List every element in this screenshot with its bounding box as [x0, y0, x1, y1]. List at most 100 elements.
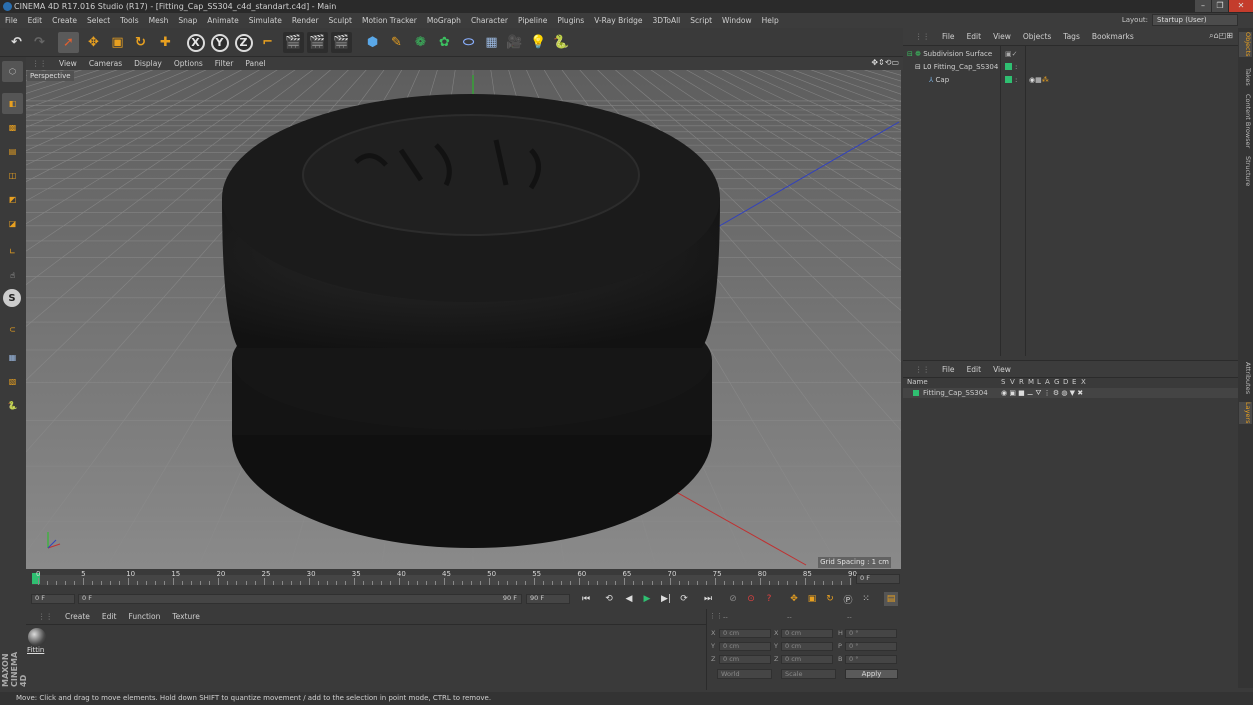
array-icon[interactable]: ✿: [434, 32, 455, 53]
coordinate-system-icon[interactable]: ⌐: [257, 32, 278, 53]
position-y-field[interactable]: 0 cm: [719, 642, 771, 651]
autokey-icon[interactable]: ⊙: [744, 592, 758, 606]
tab-layers[interactable]: Layers: [1239, 402, 1252, 424]
tab-takes[interactable]: Takes: [1239, 68, 1252, 86]
rotation-p-field[interactable]: 0 °: [845, 642, 897, 651]
position-x-field[interactable]: 0 cm: [719, 629, 771, 638]
timeline-ruler[interactable]: 0 5 10 15 20 25 30 35 40 45 50 55 60 65 70 75 80 85 90 0 F: [26, 569, 903, 589]
rotation-b-field[interactable]: 0 °: [845, 655, 897, 664]
texture-mode-icon[interactable]: ▩: [2, 117, 23, 138]
col-s[interactable]: S: [1001, 378, 1005, 386]
col-x[interactable]: X: [1081, 378, 1086, 386]
frame-range-slider[interactable]: 0 F 90 F: [78, 594, 522, 604]
render-picture-viewer-icon[interactable]: 🎬: [307, 32, 328, 53]
viewport-menu-filter[interactable]: Filter: [209, 59, 240, 68]
viewport-menu-display[interactable]: Display: [128, 59, 168, 68]
menu-sculpt[interactable]: Sculpt: [324, 16, 357, 25]
make-editable-icon[interactable]: ⬡: [2, 61, 23, 82]
col-m[interactable]: M: [1028, 378, 1034, 386]
x-axis-lock-icon[interactable]: X: [185, 32, 206, 53]
maximize-button[interactable]: ❐: [1212, 0, 1228, 12]
tab-objects[interactable]: Objects: [1239, 32, 1252, 57]
objects-menu-view[interactable]: View: [987, 32, 1017, 41]
floor-icon[interactable]: ▦: [481, 32, 502, 53]
menu-mesh[interactable]: Mesh: [144, 16, 174, 25]
layer-color-swatch[interactable]: [1005, 63, 1012, 70]
previous-key-icon[interactable]: ⟲: [602, 592, 616, 606]
cap-object[interactable]: [222, 94, 720, 548]
key-position-icon[interactable]: ✥: [787, 592, 801, 606]
snap-icon[interactable]: S: [3, 289, 21, 307]
cube-primitive-icon[interactable]: ⬢: [362, 32, 383, 53]
menu-snap[interactable]: Snap: [173, 16, 202, 25]
menu-file[interactable]: File: [0, 16, 23, 25]
objects-menu-bookmarks[interactable]: Bookmarks: [1086, 32, 1140, 41]
key-scale-icon[interactable]: ▣: [805, 592, 819, 606]
menu-tools[interactable]: Tools: [115, 16, 143, 25]
object-row-subdivision[interactable]: ⊟ ❁ Subdivision Surface ▣✓: [907, 48, 1242, 60]
viewport-menu-options[interactable]: Options: [168, 59, 209, 68]
menu-window[interactable]: Window: [717, 16, 757, 25]
points-mode-icon[interactable]: ◫: [2, 165, 23, 186]
col-v[interactable]: V: [1010, 378, 1015, 386]
go-to-end-icon[interactable]: ⏭: [701, 592, 715, 606]
menu-character[interactable]: Character: [466, 16, 513, 25]
recent-tools-icon[interactable]: ✚: [155, 32, 176, 53]
scale-tool-icon[interactable]: ▣: [107, 32, 128, 53]
materials-menu-texture[interactable]: Texture: [166, 612, 205, 621]
size-mode-dropdown[interactable]: Scale: [781, 669, 836, 679]
menu-animate[interactable]: Animate: [202, 16, 243, 25]
object-row-fitting[interactable]: ⊟ L0 Fitting_Cap_SS304 :: [907, 61, 1242, 73]
menu-3dtoall[interactable]: 3DToAll: [648, 16, 686, 25]
menu-simulate[interactable]: Simulate: [244, 16, 287, 25]
spline-pen-icon[interactable]: ✎: [386, 32, 407, 53]
material-name[interactable]: Fittin: [27, 646, 44, 654]
layer-row[interactable]: Fitting_Cap_SS304 ◉ ▣ ■ ⚊ ⛛ ⋮ ⚙ ◍ ▼ ✖: [903, 388, 1238, 398]
axis-mode-icon[interactable]: ∟: [2, 241, 23, 262]
magnet-icon[interactable]: ⊂: [2, 319, 23, 340]
col-d[interactable]: D: [1063, 378, 1068, 386]
layer-color-swatch[interactable]: [1005, 76, 1012, 83]
timeline-window-icon[interactable]: ▤: [884, 592, 898, 606]
render-view-icon[interactable]: 🎬: [283, 32, 304, 53]
move-tool-icon[interactable]: ✥: [83, 32, 104, 53]
size-y-field[interactable]: 0 cm: [781, 642, 833, 651]
render-settings-icon[interactable]: 🎬: [331, 32, 352, 53]
y-axis-lock-icon[interactable]: Y: [209, 32, 230, 53]
menu-plugins[interactable]: Plugins: [552, 16, 589, 25]
col-r[interactable]: R: [1019, 378, 1024, 386]
viewport-navigation-icons[interactable]: ✥⇕⟲▭: [871, 58, 899, 67]
object-dots-icon[interactable]: :: [1015, 74, 1017, 86]
z-axis-lock-icon[interactable]: Z: [233, 32, 254, 53]
objects-menu-objects[interactable]: Objects: [1017, 32, 1057, 41]
menu-select[interactable]: Select: [82, 16, 115, 25]
menu-motion-tracker[interactable]: Motion Tracker: [357, 16, 422, 25]
model-mode-icon[interactable]: ◧: [2, 93, 23, 114]
keyframe-selection-icon[interactable]: ?: [762, 592, 776, 606]
python-icon[interactable]: 🐍: [551, 32, 572, 53]
end-frame-field[interactable]: 90 F: [526, 594, 570, 604]
materials-menu-edit[interactable]: Edit: [96, 612, 123, 621]
tab-content-browser[interactable]: Content Browser: [1239, 94, 1252, 148]
rotation-h-field[interactable]: 0 °: [845, 629, 897, 638]
script-python-icon[interactable]: 🐍: [2, 395, 23, 416]
col-e[interactable]: E: [1072, 378, 1076, 386]
next-key-icon[interactable]: ⟳: [677, 592, 691, 606]
rotate-tool-icon[interactable]: ↻: [130, 32, 151, 53]
light-icon[interactable]: 💡: [528, 32, 549, 53]
minimize-button[interactable]: –: [1195, 0, 1211, 12]
materials-menu-create[interactable]: Create: [59, 612, 96, 621]
materials-menu-function[interactable]: Function: [122, 612, 166, 621]
size-z-field[interactable]: 0 cm: [781, 655, 833, 664]
material-tag-icon[interactable]: ◉▦⁂: [1029, 74, 1049, 86]
layers-menu-view[interactable]: View: [987, 365, 1017, 374]
coord-mode-dropdown[interactable]: World: [717, 669, 772, 679]
object-row-cap[interactable]: ⅄ Cap : ◉▦⁂: [907, 74, 1242, 86]
tab-attributes[interactable]: Attributes: [1239, 362, 1252, 394]
menu-render[interactable]: Render: [287, 16, 324, 25]
object-visibility-icon[interactable]: ▣✓: [1005, 48, 1017, 60]
record-keys-icon[interactable]: ⊘: [726, 592, 740, 606]
layout-dropdown[interactable]: Startup (User): [1152, 14, 1238, 26]
3d-viewport[interactable]: Perspective Grid Spacing : 1 cm: [26, 70, 901, 569]
layers-menu-file[interactable]: File: [936, 365, 961, 374]
